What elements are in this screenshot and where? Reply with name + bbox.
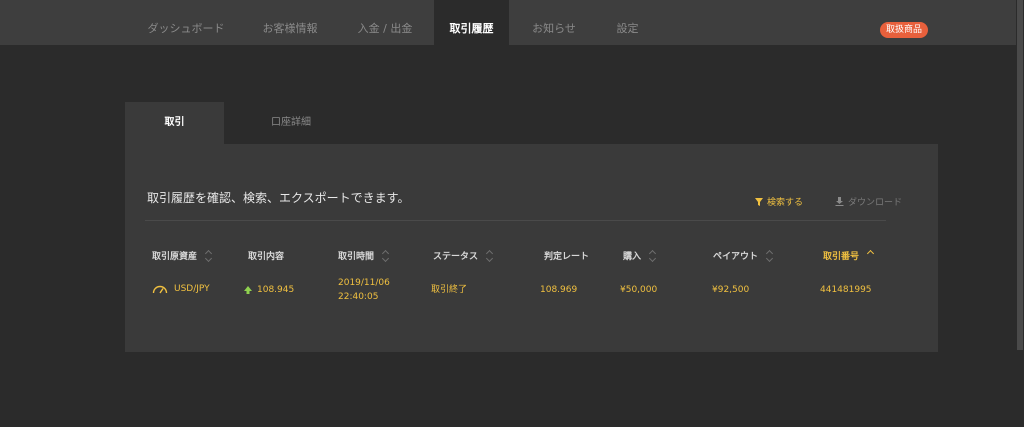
cell-trade-no: 441481995 — [820, 285, 872, 295]
column-header-label: 判定レート — [544, 252, 590, 262]
divider — [145, 220, 886, 221]
sort-icon — [649, 250, 657, 262]
nav-tab-notifications[interactable]: お知らせ — [520, 0, 588, 45]
column-header-asset[interactable]: 取引原資産 — [152, 249, 213, 262]
nav-tab-customer-info[interactable]: お客様情報 — [250, 0, 330, 45]
nav-tab-dashboard[interactable]: ダッシュボード — [140, 0, 232, 45]
sort-icon — [205, 250, 213, 262]
cell-judgment-rate: 108.969 — [540, 285, 578, 295]
up-arrow-icon — [244, 286, 252, 294]
nav-tab-trade-history[interactable]: 取引履歴 — [434, 0, 509, 45]
download-button-label: ダウンロード — [848, 198, 903, 208]
trade-time: 22:40:05 — [338, 292, 379, 302]
page-scrollbar[interactable] — [1016, 0, 1024, 427]
column-header-label: ペイアウト — [713, 252, 759, 262]
nav-tab-settings[interactable]: 設定 — [600, 0, 655, 45]
column-header-content[interactable]: 取引内容 — [248, 249, 284, 262]
download-icon — [835, 197, 844, 206]
column-header-time[interactable]: 取引時間 — [338, 249, 390, 262]
column-header-judgment-rate[interactable]: 判定レート — [544, 249, 589, 262]
subtab-trades[interactable]: 取引 — [125, 102, 224, 144]
filter-icon — [755, 197, 763, 206]
asset-label: USD/JPY — [174, 284, 210, 294]
gauge-icon — [152, 285, 168, 294]
column-header-label: 取引原資産 — [152, 252, 198, 262]
search-button-label: 検索する — [767, 198, 804, 208]
products-badge-button[interactable]: 取扱商品 — [880, 22, 928, 38]
column-header-status[interactable]: ステータス — [433, 249, 494, 262]
column-header-payout[interactable]: ペイアウト — [713, 249, 774, 262]
cell-asset: USD/JPY — [152, 282, 210, 296]
top-navigation: ダッシュボード お客様情報 入金 / 出金 取引履歴 お知らせ 設定 取扱商品 — [0, 0, 1016, 45]
entry-rate: 108.945 — [257, 285, 295, 295]
column-header-label: 購入 — [623, 252, 642, 262]
sort-icon — [486, 250, 494, 262]
cell-time: 2019/11/06 22:40:05 — [338, 276, 390, 304]
column-header-label: 取引番号 — [823, 252, 860, 262]
search-button[interactable]: 検索する — [755, 195, 803, 208]
sort-icon — [382, 250, 390, 262]
column-header-trade-no[interactable]: 取引番号 — [823, 249, 875, 262]
column-header-label: 取引時間 — [338, 252, 375, 262]
column-header-label: ステータス — [433, 252, 479, 262]
scrollbar-thumb[interactable] — [1017, 0, 1023, 350]
cell-status: 取引終了 — [431, 285, 468, 295]
panel-description: 取引履歴を確認、検索、エクスポートできます。 — [147, 191, 410, 205]
cell-payout: ¥92,500 — [712, 285, 750, 295]
sort-icon — [766, 250, 774, 262]
sort-ascending-icon — [867, 250, 875, 262]
cell-content: 108.945 — [244, 283, 294, 297]
subtab-account-details[interactable]: 口座詳細 — [224, 102, 358, 144]
download-button[interactable]: ダウンロード — [835, 195, 902, 208]
column-header-purchase[interactable]: 購入 — [623, 249, 657, 262]
column-header-label: 取引内容 — [248, 252, 285, 262]
trade-date: 2019/11/06 — [338, 278, 390, 288]
cell-purchase: ¥50,000 — [620, 285, 658, 295]
nav-tab-deposit-withdrawal[interactable]: 入金 / 出金 — [345, 0, 425, 45]
trade-history-panel: 取引履歴を確認、検索、エクスポートできます。 検索する ダウンロード 取引原資産… — [125, 144, 938, 352]
